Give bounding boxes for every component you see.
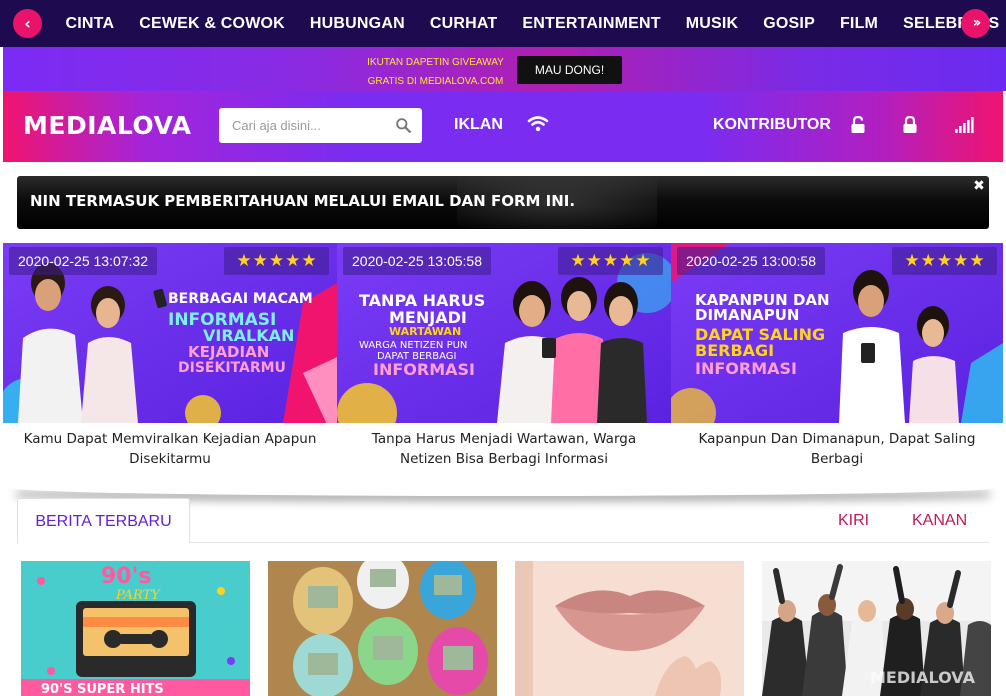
star-icon: ★ [904,250,920,271]
nav-item-cewek-cowok[interactable]: CEWEK & COWOK [139,15,285,33]
featured-title[interactable]: Kamu Dapat Memviralkan Kejadian Apapun D… [3,429,337,469]
promo-line-1: IKUTAN DAPETIN GIVEAWAY [367,57,504,68]
thumb-text: 90's [101,564,151,589]
search-icon[interactable] [395,117,412,134]
date-badge: 2020-02-25 13:00:58 [677,247,825,275]
kontributor-link[interactable]: KONTRIBUTOR [713,116,831,134]
close-icon[interactable]: ✖ [972,179,986,193]
banner-line: KEJADIAN [188,343,269,361]
thumbnail-art-lips [515,561,744,696]
star-icon: ★ [920,250,936,271]
nav-item-hubungan[interactable]: HUBUNGAN [310,15,405,33]
rating-stars: ★ ★ ★ ★ ★ [224,247,329,275]
star-icon: ★ [619,250,635,271]
banner-line: INFORMASI [373,360,475,379]
nav-item-musik[interactable]: MUSIK [686,15,739,33]
site-logo[interactable]: MEDIALOVA [23,111,191,140]
notification-bar: NIN TERMASUK PEMBERITAHUAN MELALUI EMAIL… [17,176,989,229]
promo-text: IKUTAN DAPETIN GIVEAWAY GRATIS DI MEDIAL… [363,53,508,91]
category-nav: ‹ CINTA CEWEK & COWOK HUBUNGAN CURHAT EN… [0,0,1006,47]
thumbnail-art-cassette: 90's PARTY 90'S SUPER HITS [21,561,250,696]
search-input[interactable] [219,108,389,143]
star-icon: ★ [953,250,969,271]
rating-stars: ★ ★ ★ ★ ★ [892,247,997,275]
nav-item-film[interactable]: FILM [840,15,878,33]
section-divider [12,480,994,496]
nav-item-cinta[interactable]: CINTA [66,15,115,33]
banner-line: WARGA NETIZEN PUN [359,340,467,351]
news-tabs: BERITA TERBARU KIRI KANAN [17,498,989,544]
star-icon: ★ [301,250,317,271]
featured-card[interactable]: TANPA HARUS MENJADI WARTAWAN WARGA NETIZ… [337,243,671,483]
search-box [219,108,422,143]
featured-image[interactable]: TANPA HARUS MENJADI WARTAWAN WARGA NETIZ… [337,243,671,423]
site-header: MEDIALOVA IKLAN KONTRIBUTOR [3,91,1003,162]
nav-item-entertainment[interactable]: ENTERTAINMENT [522,15,660,33]
thumbnail-art-tamagotchi [268,561,497,696]
date-badge: 2020-02-25 13:05:58 [343,247,491,275]
featured-image[interactable]: BERBAGAI MACAM INFORMASI VIRALKAN KEJADI… [3,243,337,423]
lock-open-icon[interactable] [850,116,866,134]
rating-stars: ★ ★ ★ ★ ★ [558,247,663,275]
news-thumbnail[interactable]: 90's PARTY 90'S SUPER HITS [21,561,250,696]
featured-title[interactable]: Kapanpun Dan Dimanapun, Dapat Saling Ber… [671,429,1003,469]
wifi-icon[interactable] [527,115,549,133]
news-thumbnail[interactable] [515,561,744,696]
thumb-text: PARTY [115,588,161,603]
notification-text: NIN TERMASUK PEMBERITAHUAN MELALUI EMAIL… [30,192,576,210]
nav-prev-button[interactable]: ‹ [13,9,42,38]
tab-berita-terbaru[interactable]: BERITA TERBARU [17,498,190,544]
iklan-link[interactable]: IKLAN [454,116,503,134]
banner-line: INFORMASI [695,359,797,378]
nav-item-curhat[interactable]: CURHAT [430,15,498,33]
nav-item-gosip[interactable]: GOSIP [763,15,815,33]
featured-card[interactable]: BERBAGAI MACAM INFORMASI VIRALKAN KEJADI… [3,243,337,483]
featured-image[interactable]: KAPANPUN DAN DIMANAPUN DAPAT SALING BERB… [671,243,1003,423]
star-icon: ★ [969,250,985,271]
promo-line-2: GRATIS DI MEDIALOVA.COM [367,76,504,87]
star-icon: ★ [285,250,301,271]
banner-line: WARTAWAN [389,325,461,338]
nav-next-button[interactable]: ›› [961,9,990,38]
featured-carousel: BERBAGAI MACAM INFORMASI VIRALKAN KEJADI… [3,243,1003,483]
date-badge: 2020-02-25 13:07:32 [9,247,157,275]
promo-banner: IKUTAN DAPETIN GIVEAWAY GRATIS DI MEDIAL… [3,47,1006,91]
news-thumbnail[interactable]: MEDIALOVA [762,561,991,696]
thumbnail-art-team: MEDIALOVA [762,561,991,696]
banner-line: DIMANAPUN [695,306,799,324]
news-thumbnail[interactable] [268,561,497,696]
star-icon: ★ [252,250,268,271]
category-nav-items: CINTA CEWEK & COWOK HUBUNGAN CURHAT ENTE… [53,0,1006,47]
featured-title[interactable]: Tanpa Harus Menjadi Wartawan, Warga Neti… [337,429,671,469]
promo-button[interactable]: MAU DONG! [517,56,622,84]
star-icon: ★ [268,250,285,271]
lock-icon[interactable] [902,116,918,134]
watermark-text: MEDIALOVA [870,668,976,687]
thumb-text: 90'S SUPER HITS [41,682,164,696]
banner-line: BERBAGI [695,341,774,360]
star-icon: ★ [602,250,619,271]
star-icon: ★ [936,250,953,271]
banner-line: BERBAGAI MACAM [168,291,313,307]
star-icon: ★ [635,250,651,271]
banner-line: DISEKITARMU [178,360,286,376]
tab-kanan[interactable]: KANAN [912,498,967,543]
star-icon: ★ [586,250,602,271]
tab-kiri[interactable]: KIRI [838,498,869,543]
featured-card[interactable]: KAPANPUN DAN DIMANAPUN DAPAT SALING BERB… [671,243,1003,483]
star-icon: ★ [236,250,252,271]
star-icon: ★ [570,250,586,271]
signal-icon[interactable] [954,117,974,133]
